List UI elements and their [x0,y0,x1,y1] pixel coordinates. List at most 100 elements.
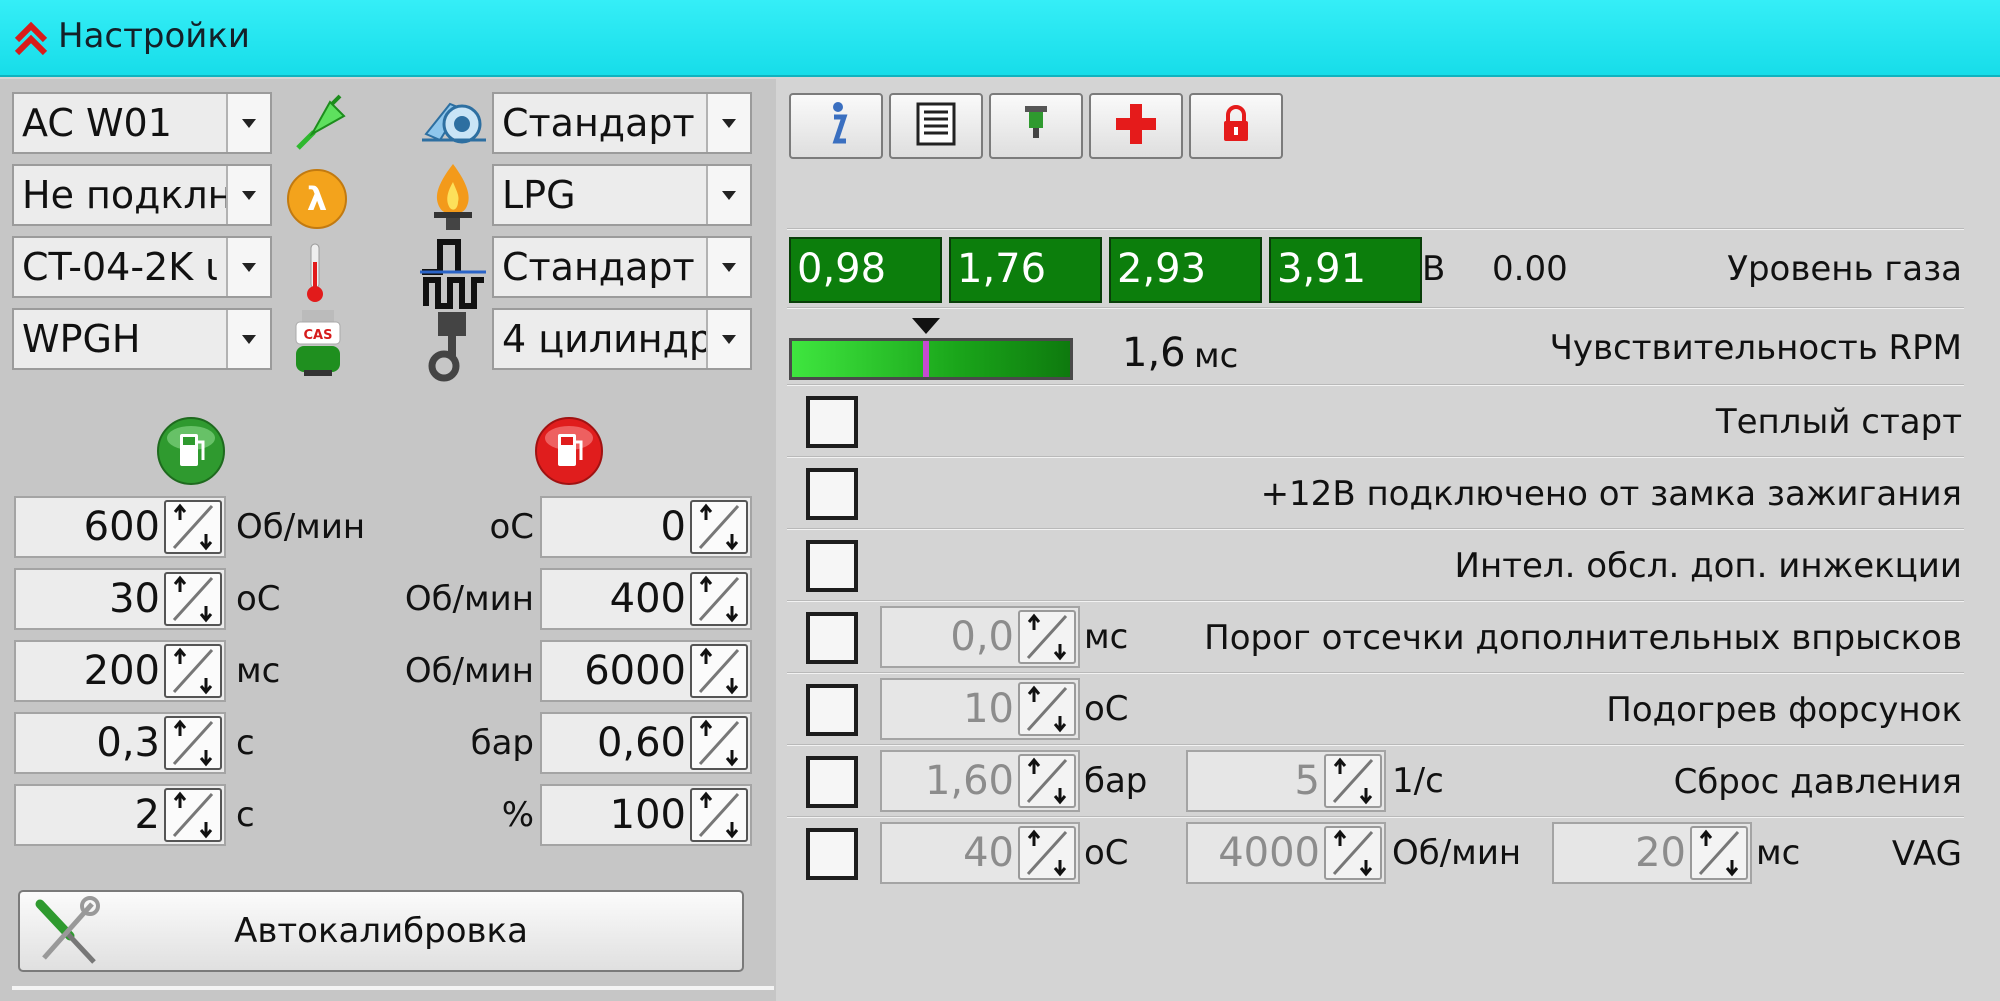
spin-arrows-icon[interactable] [1018,826,1076,880]
list-button[interactable] [889,93,983,159]
window-title: Настройки [58,16,251,56]
spin-arrows-icon[interactable] [1324,826,1382,880]
spin-arrows-icon[interactable] [690,716,748,770]
spin-arrows-icon[interactable] [164,500,222,554]
separator [787,456,1964,458]
spin-arrows-icon[interactable] [1324,754,1382,808]
switch-rpm-spinner[interactable]: 600 [14,496,226,558]
spin-arrows-icon[interactable] [690,572,748,626]
injector-button[interactable] [989,93,1083,159]
injector-heating-value[interactable]: 10 [963,680,1014,738]
rpm-slider-thumb[interactable] [923,341,929,377]
spin-arrows-icon[interactable] [690,788,748,842]
switch-temp-spinner[interactable]: 30 [14,568,226,630]
lambda-select[interactable]: Не подклн [12,164,272,226]
intel-service-checkbox[interactable] [806,540,858,592]
spin-arrows-icon[interactable] [164,644,222,698]
warm-start-checkbox[interactable] [806,396,858,448]
gas-level-cell[interactable]: 3,91 [1269,237,1422,303]
vag-checkbox[interactable] [806,828,858,880]
chevron-down-icon[interactable] [226,94,270,152]
sequence-time-spinner[interactable]: 2 [14,784,226,846]
lock-icon [1220,105,1252,147]
gas-level-cell[interactable]: 1,76 [949,237,1102,303]
pressure-reset-rate-value[interactable]: 5 [1295,752,1320,810]
switch-temp-value[interactable]: 30 [109,570,160,628]
cutoff-value[interactable]: 0,0 [950,608,1014,666]
sequence-time-value[interactable]: 2 [135,786,160,844]
chevron-down-icon[interactable] [226,166,270,224]
spin-arrows-icon[interactable] [1018,754,1076,808]
gas-level-cell[interactable]: 2,93 [1109,237,1262,303]
chevron-down-icon[interactable] [706,166,750,224]
pressure-reset-spinner[interactable]: 1,60 [880,750,1080,812]
vag-temp-spinner[interactable]: 40 [880,822,1080,884]
overlap-time-spinner[interactable]: 0,3 [14,712,226,774]
pressure-sensor-select[interactable]: WPGH [12,308,272,370]
petrol-max-rpm-spinner[interactable]: 6000 [540,640,752,702]
timing-signal-icon [418,232,488,310]
petrol-temp-spinner[interactable]: 0 [540,496,752,558]
percent-spinner[interactable]: 100 [540,784,752,846]
controller-model-select[interactable]: AC W01 [12,92,272,154]
gas-level-label: Уровень газа [1727,249,1962,289]
switch-delay-value[interactable]: 200 [84,642,160,700]
spin-arrows-icon[interactable] [690,644,748,698]
switch-delay-spinner[interactable]: 200 [14,640,226,702]
pressure-reset-checkbox[interactable] [806,756,858,808]
min-pressure-value[interactable]: 0,60 [597,714,686,772]
vag-temp-value[interactable]: 40 [963,824,1014,882]
overlap-time-value[interactable]: 0,3 [96,714,160,772]
min-pressure-unit: бар [470,723,534,763]
petrol-max-rpm-value[interactable]: 6000 [584,642,686,700]
ignition-12v-checkbox[interactable] [806,468,858,520]
cutoff-checkbox[interactable] [806,612,858,664]
petrol-min-rpm-value[interactable]: 400 [610,570,686,628]
spin-arrows-icon[interactable] [164,716,222,770]
fuel-type-select[interactable]: LPG [492,164,752,226]
spin-arrows-icon[interactable] [1018,682,1076,736]
temp-sensor-select[interactable]: CT-04-2K ι [12,236,272,298]
vag-time-value[interactable]: 20 [1635,824,1686,882]
spin-arrows-icon[interactable] [164,572,222,626]
chevron-down-icon[interactable] [706,238,750,296]
spin-arrows-icon[interactable] [1018,610,1076,664]
chevron-down-icon[interactable] [226,310,270,368]
pressure-reset-rate-unit: 1/с [1392,761,1444,801]
info-button[interactable] [789,93,883,159]
reducer-type-select[interactable]: Стандарт [492,92,752,154]
pressure-reset-rate-spinner[interactable]: 5 [1186,750,1386,812]
vag-time-spinner[interactable]: 20 [1552,822,1752,884]
sequence-time-unit: с [236,795,255,835]
percent-value[interactable]: 100 [610,786,686,844]
vag-rpm-spinner[interactable]: 4000 [1186,822,1386,884]
injector-heating-spinner[interactable]: 10 [880,678,1080,740]
chevron-down-icon[interactable] [706,94,750,152]
add-button[interactable] [1089,93,1183,159]
rpm-signal-select[interactable]: Стандарт [492,236,752,298]
injector-heating-checkbox[interactable] [806,684,858,736]
pressure-reset-value[interactable]: 1,60 [925,752,1014,810]
vag-rpm-value[interactable]: 4000 [1218,824,1320,882]
rpm-sensitivity-value: 1,6 [1122,330,1186,376]
vag-rpm-unit: Об/мин [1392,833,1522,873]
cutoff-unit: мс [1084,617,1129,657]
chevron-down-icon[interactable] [226,238,270,296]
collapse-chevron-icon[interactable] [14,20,48,56]
rpm-sensitivity-slider[interactable] [789,338,1073,380]
lock-button[interactable] [1189,93,1283,159]
gas-level-cell[interactable]: 0,98 [789,237,942,303]
spin-arrows-icon[interactable] [1690,826,1748,880]
cylinders-select[interactable]: 4 цилиндр [492,308,752,370]
petrol-min-rpm-spinner[interactable]: 400 [540,568,752,630]
petrol-temp-value[interactable]: 0 [661,498,686,556]
min-pressure-spinner[interactable]: 0,60 [540,712,752,774]
spin-arrows-icon[interactable] [690,500,748,554]
spin-arrows-icon[interactable] [164,788,222,842]
autocalibration-label: Автокалибровка [234,911,528,951]
autocalibration-button[interactable]: Автокалибровка [18,890,744,972]
list-icon [916,102,956,150]
chevron-down-icon[interactable] [706,310,750,368]
switch-rpm-value[interactable]: 600 [84,498,160,556]
cutoff-spinner[interactable]: 0,0 [880,606,1080,668]
